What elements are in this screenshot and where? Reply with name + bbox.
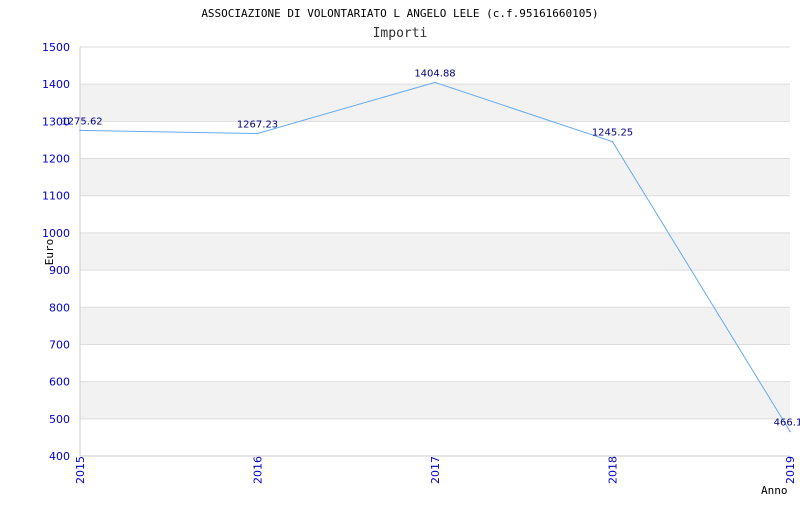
x-tick-labels: 2015 2016 2017 2018 2019 [74, 456, 797, 484]
data-point [434, 81, 436, 84]
grid-band [80, 232, 790, 271]
data-point [611, 140, 614, 143]
y-tick-label: 500 [49, 413, 70, 426]
data-label: 1245.25 [592, 128, 633, 139]
y-tick-label: 600 [49, 376, 70, 389]
y-tick-label: 800 [49, 301, 70, 314]
chart-title: ASSOCIAZIONE DI VOLONTARIATO L ANGELO LE… [201, 7, 598, 20]
grid-band [80, 84, 790, 122]
grid-band [80, 307, 790, 345]
y-tick-label: 1500 [42, 41, 70, 54]
y-tick-label: 1000 [42, 227, 70, 240]
grid-band [80, 158, 790, 196]
x-tick-label: 2018 [607, 456, 620, 484]
chart-subtitle: Importi [373, 26, 428, 41]
y-tick-label: 1200 [42, 153, 70, 166]
x-axis-label: Anno [761, 484, 788, 497]
data-label: 466.1 [774, 417, 800, 428]
grid-bands [80, 84, 790, 419]
x-tick-label: 2015 [74, 456, 87, 484]
data-point [789, 430, 791, 433]
chart-svg: 4005006007008009001000110012001300140015… [42, 7, 800, 497]
x-tick-label: 2017 [429, 456, 442, 484]
data-label: 1404.88 [414, 68, 455, 79]
y-tick-label: 400 [49, 450, 70, 463]
y-tick-label: 1400 [42, 78, 70, 91]
data-point [256, 132, 259, 135]
data-point [79, 129, 81, 132]
grid-band [80, 381, 790, 419]
x-tick-label: 2016 [252, 456, 265, 484]
y-tick-label: 700 [49, 338, 70, 351]
y-axis-label: Euro [43, 239, 56, 266]
line-chart: 400 500 600 700 800 900 1000 1100 1200 1300 1400 15… [0, 0, 800, 500]
y-tick-label: 1100 [42, 190, 70, 203]
data-label: 1275.62 [61, 116, 102, 127]
x-tick-label: 2019 [784, 456, 797, 484]
data-label: 1267.23 [237, 120, 278, 131]
